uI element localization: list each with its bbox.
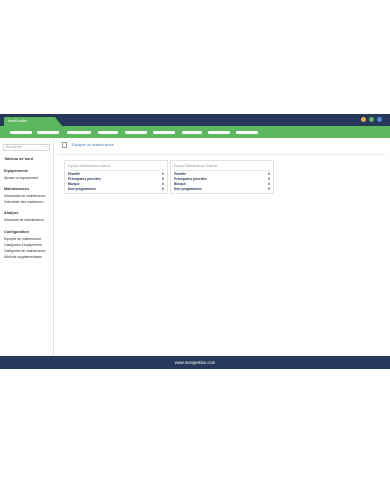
sidebar-item-maintenance-calendar[interactable]: Calendrier des maintenan... xyxy=(4,200,46,204)
row-label-unscheduled[interactable]: Non programmée xyxy=(174,187,202,191)
card-divider xyxy=(174,170,271,171)
maximize-dot-icon[interactable] xyxy=(369,117,374,122)
close-dot-icon[interactable] xyxy=(377,117,382,122)
footer-bar: www.nextgestion.com xyxy=(0,356,390,369)
sidebar-heading-analyse: Analyse xyxy=(4,211,19,215)
row-label-unscheduled[interactable]: Non programmée xyxy=(68,187,96,191)
chevron-down-icon: ▾ xyxy=(45,145,47,149)
card-divider xyxy=(68,170,165,171)
row-label-planned[interactable]: Planifié xyxy=(68,172,80,176)
sidebar-item-analysis-request[interactable]: Demande de maintenance xyxy=(4,218,44,222)
minimize-dot-icon[interactable] xyxy=(361,117,366,122)
divider xyxy=(58,154,386,155)
footer-url[interactable]: www.nextgestion.com xyxy=(0,356,390,369)
team-card-external[interactable]: Equipe Maintenance Externe Planifié 0 Pr… xyxy=(170,160,274,194)
sidebar-heading-equipements: Equipements xyxy=(4,169,28,173)
window-controls xyxy=(361,117,382,122)
menu-item-3[interactable] xyxy=(67,131,91,134)
row-value-blocked: 0 xyxy=(268,182,270,186)
sidebar-heading-dashboard[interactable]: Tableau de bord xyxy=(4,157,33,161)
card-title: Equipe Maintenance Externe xyxy=(174,164,218,168)
row-label-priorities[interactable]: Principales priorités xyxy=(174,177,207,181)
search-select[interactable]: Recherche ▾ xyxy=(3,144,50,151)
sidebar-heading-maintenances: Maintenances xyxy=(4,187,30,191)
sidebar: Recherche ▾ Tableau de bord Equipements … xyxy=(0,138,54,356)
sidebar-item-equipment-categories[interactable]: Catégories d'équipement xyxy=(4,243,42,247)
app-tab[interactable]: NextGestion xyxy=(4,117,62,126)
card-title: Equipe Maintenance Interne xyxy=(68,164,111,168)
menu-item-4[interactable] xyxy=(98,131,118,134)
menu-item-7[interactable] xyxy=(182,131,202,134)
sidebar-item-maintenance-teams[interactable]: Equipes de maintenance xyxy=(4,237,41,241)
menu-item-2[interactable] xyxy=(37,131,59,134)
sidebar-item-maintenance-requests[interactable]: Demandes de maintenance xyxy=(4,194,45,198)
team-card-internal[interactable]: Equipe Maintenance Interne Planifié 0 Pr… xyxy=(64,160,168,194)
row-label-blocked[interactable]: Bloqué xyxy=(68,182,80,186)
menu-item-9[interactable] xyxy=(236,131,258,134)
app-page: NextGestion Recherche ▾ Tableau de bord … xyxy=(0,0,390,484)
row-label-blocked[interactable]: Bloqué xyxy=(174,182,186,186)
row-label-planned[interactable]: Planifié xyxy=(174,172,186,176)
menu-item-8[interactable] xyxy=(208,131,230,134)
sidebar-item-add-equipment[interactable]: Ajouter un équipement xyxy=(4,176,38,180)
menu-item-6[interactable] xyxy=(153,131,175,134)
breadcrumb[interactable]: Equipes de maintenance xyxy=(72,143,114,147)
search-select-placeholder: Recherche xyxy=(6,145,22,149)
sidebar-item-extra-attributes[interactable]: Attributs supplémentaires xyxy=(4,255,42,259)
row-value-planned: 0 xyxy=(268,172,270,176)
row-value-blocked: 0 xyxy=(162,182,164,186)
sidebar-heading-configuration: Configuration xyxy=(4,230,29,234)
sidebar-item-maintenance-categories[interactable]: Catégories de maintenance xyxy=(4,249,45,253)
menu-item-5[interactable] xyxy=(125,131,147,134)
row-value-unscheduled: 0 xyxy=(268,187,270,191)
menu-item-1[interactable] xyxy=(10,131,32,134)
row-value-planned: 0 xyxy=(162,172,164,176)
row-value-priorities: 0 xyxy=(268,177,270,181)
row-label-priorities[interactable]: Principales priorités xyxy=(68,177,101,181)
row-value-unscheduled: 0 xyxy=(162,187,164,191)
document-icon xyxy=(62,142,67,148)
row-value-priorities: 0 xyxy=(162,177,164,181)
